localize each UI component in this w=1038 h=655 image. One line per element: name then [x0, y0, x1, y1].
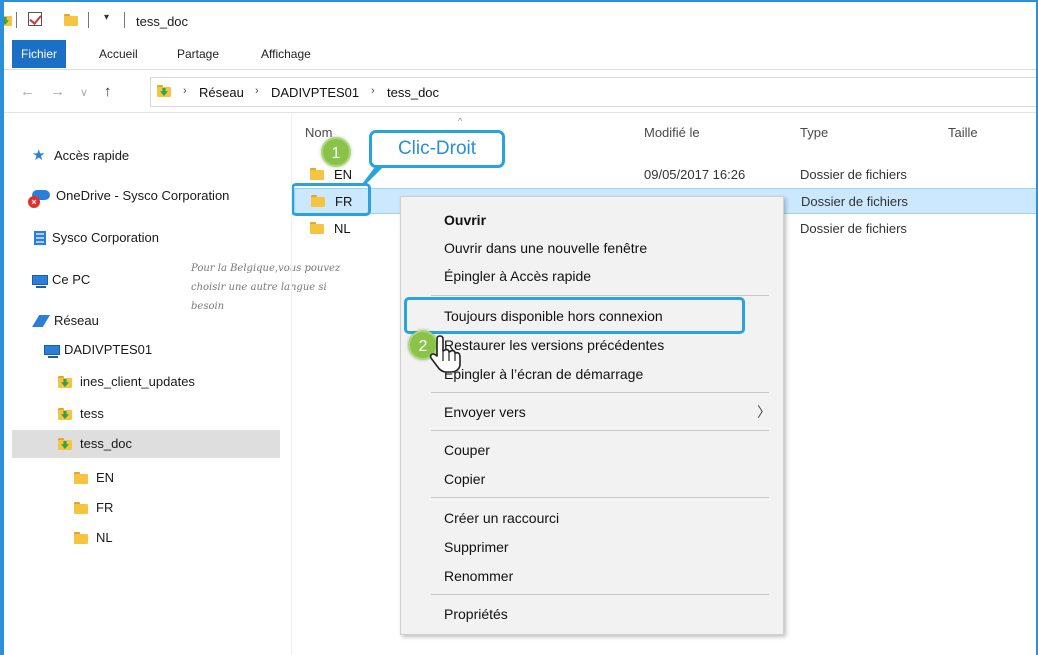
folder-icon — [74, 532, 88, 544]
navigation-pane: ★ Accès rapide × OneDrive - Sysco Corpor… — [4, 114, 284, 655]
menu-item-rename[interactable]: Renommer — [401, 563, 783, 589]
star-icon: ★ — [32, 147, 46, 164]
folder-icon — [4, 14, 12, 26]
ribbon-tabs: Fichier Accueil Partage Affichage — [4, 40, 1036, 70]
menu-item-create-shortcut[interactable]: Créer un raccourci — [401, 505, 783, 531]
menu-item-delete[interactable]: Supprimer — [401, 534, 783, 560]
step-badge-1: 1 — [321, 137, 351, 167]
server-icon — [44, 345, 60, 358]
new-folder-icon[interactable] — [64, 14, 78, 26]
nav-subfolder-nl[interactable]: NL — [74, 524, 274, 552]
menu-item-open-new-window[interactable]: Ouvrir dans une nouvelle fenêtre — [401, 235, 783, 261]
nav-sysco[interactable]: Sysco Corporation — [32, 224, 282, 252]
annotation-hint: Pour la Belgique,vous pouvez choisir une… — [191, 263, 341, 312]
folder-icon — [310, 168, 324, 180]
menu-item-open[interactable]: Ouvrir — [401, 207, 783, 233]
folder-icon — [310, 222, 324, 234]
quick-access-dropdown-icon[interactable]: ▾ — [104, 12, 109, 23]
menu-separator — [431, 430, 769, 431]
breadcrumb-server[interactable]: DADIVPTES01 — [271, 85, 359, 100]
nav-subfolder-fr[interactable]: FR — [74, 494, 274, 522]
fr-highlight-frame — [291, 183, 371, 216]
column-header-type[interactable]: Type — [800, 125, 828, 140]
chevron-right-icon: 〉 — [757, 404, 771, 420]
menu-item-copy[interactable]: Copier — [401, 466, 783, 492]
nav-this-pc[interactable]: Ce PC — [32, 266, 182, 294]
sort-caret-icon: ^ — [458, 116, 463, 126]
error-icon: × — [28, 196, 40, 208]
nav-folder-tess-doc[interactable]: tess_doc — [12, 430, 280, 458]
folder-icon — [58, 376, 72, 388]
back-arrow-icon[interactable]: ← — [20, 83, 35, 100]
nav-network[interactable]: Réseau — [32, 307, 182, 335]
up-arrow-icon[interactable]: ↑ — [104, 83, 112, 100]
nav-folder-ines[interactable]: ines_client_updates — [58, 368, 278, 396]
menu-item-properties[interactable]: Propriétés — [401, 601, 783, 627]
breadcrumb-folder[interactable]: tess_doc — [387, 85, 439, 100]
column-header-modified[interactable]: Modifié le — [644, 125, 700, 140]
title-bar: ▾ tess_doc — [4, 2, 1036, 40]
address-bar[interactable]: › Réseau › DADIVPTES01 › tess_doc — [150, 77, 1036, 107]
breadcrumb-chevron-icon[interactable]: › — [371, 85, 375, 97]
column-header-size[interactable]: Taille — [948, 125, 978, 140]
context-menu: Ouvrir Ouvrir dans une nouvelle fenêtre … — [400, 196, 784, 635]
menu-item-send-to[interactable]: Envoyer vers 〉 — [401, 399, 783, 425]
nav-subfolder-en[interactable]: EN — [74, 464, 274, 492]
folder-icon — [58, 438, 72, 450]
building-icon — [34, 231, 46, 245]
window-title: tess_doc — [136, 14, 189, 29]
separator — [124, 12, 125, 28]
callout-right-click: Clic-Droit — [369, 130, 505, 168]
menu-separator — [431, 392, 769, 393]
breadcrumb-network[interactable]: Réseau — [199, 85, 244, 100]
offline-highlight-frame — [404, 297, 745, 334]
folder-icon — [74, 472, 88, 484]
forward-arrow-icon[interactable]: → — [50, 83, 65, 100]
recent-locations-chevron-icon[interactable]: ∨ — [80, 86, 88, 99]
separator — [16, 12, 17, 28]
menu-item-pin-quick-access[interactable]: Épingler à Accès rapide — [401, 263, 783, 289]
menu-separator — [431, 295, 769, 296]
folder-icon — [74, 502, 88, 514]
properties-check-icon[interactable] — [28, 12, 42, 26]
hand-cursor-icon — [429, 335, 461, 373]
tab-view[interactable]: Affichage — [252, 40, 320, 68]
menu-separator — [431, 594, 769, 595]
nav-server[interactable]: DADIVPTES01 — [44, 336, 274, 364]
pane-divider[interactable] — [291, 114, 292, 655]
network-icon — [32, 315, 50, 327]
nav-onedrive[interactable]: × OneDrive - Sysco Corporation — [28, 182, 282, 210]
folder-icon — [58, 408, 72, 420]
tab-share[interactable]: Partage — [168, 40, 228, 68]
tab-file[interactable]: Fichier — [12, 40, 67, 68]
computer-icon — [32, 275, 48, 288]
menu-separator — [431, 497, 769, 498]
breadcrumb-chevron-icon[interactable]: › — [183, 85, 187, 97]
menu-item-send-to-label: Envoyer vers — [444, 404, 526, 420]
nav-folder-tess[interactable]: tess — [58, 400, 278, 428]
address-row: ← → ∨ ↑ › Réseau › DADIVPTES01 › tess_do… — [4, 71, 1036, 113]
tab-home[interactable]: Accueil — [90, 40, 147, 68]
separator — [88, 12, 89, 28]
network-folder-icon — [157, 85, 171, 97]
nav-quick-access[interactable]: ★ Accès rapide — [32, 142, 282, 170]
breadcrumb-chevron-icon[interactable]: › — [255, 85, 259, 97]
menu-item-cut[interactable]: Couper — [401, 437, 783, 463]
explorer-window: ▾ tess_doc Fichier Accueil Partage Affic… — [0, 0, 1038, 655]
